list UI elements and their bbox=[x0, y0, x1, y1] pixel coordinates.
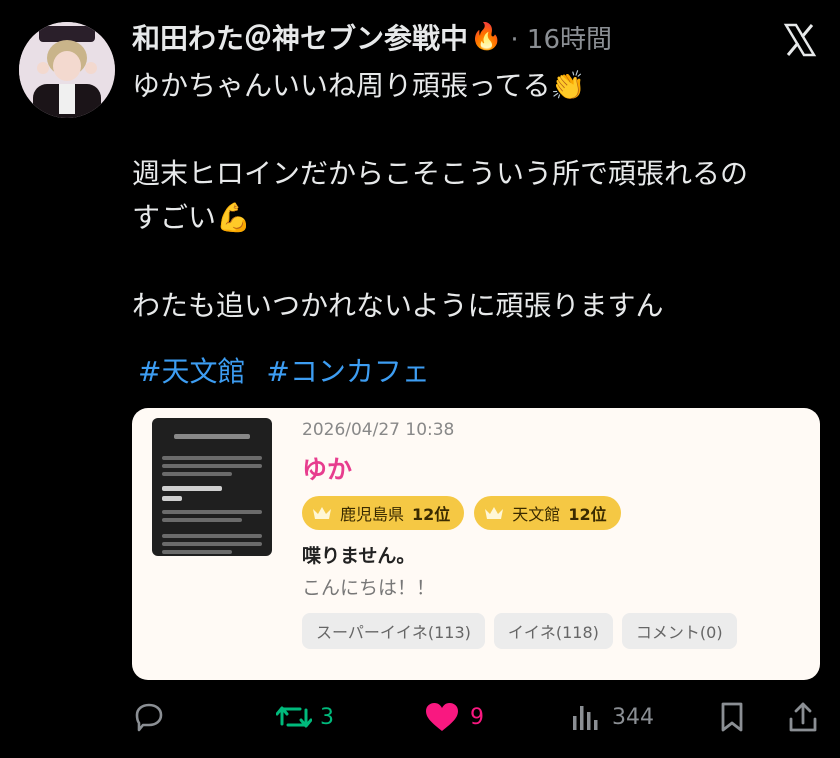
card-date: 2026/04/27 10:38 bbox=[302, 420, 455, 440]
like-button[interactable]: イイネ(118) bbox=[493, 613, 613, 649]
fire-emoji: 🔥 bbox=[470, 22, 503, 52]
card-buttons: スーパーイイネ(113) イイネ(118) コメント(0) bbox=[302, 613, 737, 649]
card-status: 喋りません。 bbox=[302, 545, 416, 567]
share-icon bbox=[789, 702, 817, 732]
card-username: ゆか bbox=[302, 455, 353, 484]
rank-badges: 鹿児島県 12位 天文館 12位 bbox=[302, 496, 621, 530]
post-line-6: わたも追いつかれないように頑張りますん bbox=[132, 289, 664, 322]
attached-card[interactable]: 2026/04/27 10:38 ゆか 鹿児島県 12位 天文館 12位 喋りま… bbox=[132, 408, 820, 680]
hashtags: #天文館 #コンカフェ bbox=[138, 350, 442, 390]
badge-rank: 12位 bbox=[412, 505, 451, 524]
bookmark-action[interactable] bbox=[718, 694, 746, 740]
card-thumbnail bbox=[152, 418, 272, 556]
crown-icon bbox=[313, 507, 331, 519]
super-like-button[interactable]: スーパーイイネ(113) bbox=[302, 613, 485, 649]
views-count: 344 bbox=[612, 704, 654, 730]
share-action[interactable] bbox=[788, 694, 818, 740]
author-name[interactable]: 和田わた＠神セブン参戦中 bbox=[132, 17, 468, 57]
post-header: 和田わた＠神セブン参戦中 🔥 · 16時間 bbox=[132, 14, 770, 60]
post-line-3: 週末ヒロインだからこそこういう所で頑張れるの bbox=[132, 157, 749, 190]
like-action[interactable]: 9 bbox=[424, 694, 484, 740]
hashtag-link[interactable]: #天文館 bbox=[138, 355, 245, 388]
bookmark-icon bbox=[721, 702, 743, 732]
badge-rank: 12位 bbox=[568, 505, 607, 524]
x-logo-icon[interactable] bbox=[780, 20, 820, 60]
like-count: 9 bbox=[470, 704, 484, 730]
retweet-icon bbox=[276, 706, 312, 728]
comment-button[interactable]: コメント(0) bbox=[621, 613, 737, 649]
reply-action[interactable] bbox=[132, 694, 166, 740]
badge-region: 鹿児島県 bbox=[340, 505, 405, 524]
reply-icon bbox=[135, 703, 163, 732]
card-greeting: こんにちは！！ bbox=[302, 577, 436, 599]
author-avatar[interactable] bbox=[19, 22, 115, 118]
retweet-action[interactable]: 3 bbox=[276, 694, 334, 740]
post-actions: 3 9 344 bbox=[132, 694, 822, 740]
badge-region: 天文館 bbox=[512, 505, 561, 524]
post-line-spacer bbox=[132, 108, 822, 152]
views-icon bbox=[573, 706, 598, 730]
rank-badge: 天文館 12位 bbox=[474, 496, 621, 530]
avatar-image bbox=[19, 22, 115, 118]
heart-icon bbox=[426, 703, 458, 731]
post-line-spacer bbox=[132, 240, 822, 284]
crown-icon bbox=[485, 507, 504, 519]
post-line-1: ゆかちゃんいいね周り頑張ってる👏 bbox=[132, 69, 586, 102]
post-time[interactable]: · 16時間 bbox=[510, 19, 612, 56]
post-line-4: すごい💪 bbox=[132, 201, 251, 234]
rank-badge: 鹿児島県 12位 bbox=[302, 496, 465, 530]
hashtag-link[interactable]: #コンカフェ bbox=[266, 355, 429, 388]
post-text: ゆかちゃんいいね周り頑張ってる👏 週末ヒロインだからこそこういう所で頑張れるの … bbox=[132, 64, 822, 328]
retweet-count: 3 bbox=[320, 704, 334, 730]
views-action[interactable]: 344 bbox=[570, 694, 654, 740]
